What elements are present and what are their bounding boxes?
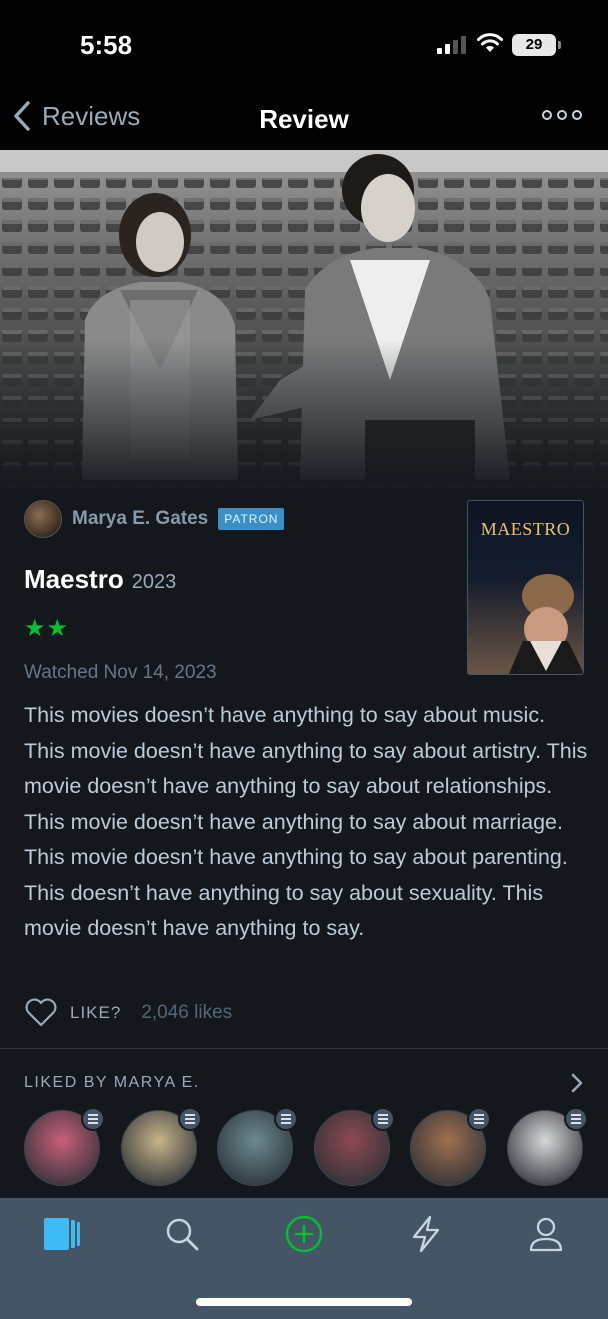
liked-avatar-3[interactable] [217, 1107, 298, 1186]
liked-avatar-6[interactable] [506, 1107, 588, 1186]
list-icon [177, 1107, 202, 1131]
dot-icon [542, 110, 552, 120]
review-body: This movies doesn’t have anything to say… [24, 703, 588, 940]
dot-icon [572, 110, 582, 120]
list-icon [274, 1107, 298, 1131]
cellular-signal-icon [437, 36, 466, 54]
status-bar: 5:58 29 [0, 0, 608, 88]
liked-avatar-4[interactable] [313, 1107, 395, 1186]
heart-icon[interactable] [24, 998, 58, 1028]
like-count[interactable]: 2,046 likes [141, 1002, 232, 1024]
author-name[interactable]: Marya E. Gates [72, 508, 208, 530]
film-poster[interactable]: MAESTRO [467, 500, 584, 675]
chevron-left-icon [14, 101, 30, 131]
liked-avatar-5[interactable] [410, 1107, 491, 1186]
star-rating: ★★ [24, 615, 70, 642]
add-icon[interactable] [284, 1214, 324, 1254]
activity-icon[interactable] [406, 1214, 446, 1254]
wifi-icon [477, 33, 503, 52]
watched-date: Watched Nov 14, 2023 [24, 662, 217, 683]
film-title[interactable]: Maestro [24, 564, 124, 595]
list-icon [467, 1107, 491, 1131]
list-icon [563, 1107, 588, 1131]
film-title-row[interactable]: Maestro 2023 [24, 564, 176, 595]
more-options-button[interactable] [542, 110, 582, 120]
chevron-right-icon[interactable] [570, 1072, 584, 1094]
profile-icon[interactable] [526, 1214, 566, 1254]
divider [0, 1048, 608, 1049]
back-button[interactable]: Reviews [12, 100, 140, 132]
nav-bar: Reviews Review [0, 88, 608, 150]
like-row: LIKE? 2,046 likes [24, 998, 232, 1028]
list-icon [81, 1107, 105, 1131]
list-icon [370, 1107, 395, 1131]
dot-icon [557, 110, 567, 120]
author-avatar[interactable] [24, 500, 62, 538]
like-button[interactable]: LIKE? [70, 1003, 121, 1023]
liked-by-header[interactable]: LIKED BY MARYA E. [24, 1074, 200, 1092]
liked-avatar-1[interactable] [24, 1107, 105, 1186]
liked-avatar-2[interactable] [120, 1107, 202, 1186]
search-icon[interactable] [162, 1214, 202, 1254]
liked-by-avatars [24, 1107, 594, 1200]
home-indicator [196, 1298, 412, 1306]
author-row[interactable]: Marya E. Gates PATRON [24, 500, 285, 538]
backdrop-image [0, 150, 608, 495]
back-label: Reviews [42, 100, 141, 131]
films-icon[interactable] [42, 1214, 82, 1254]
film-year: 2023 [131, 571, 177, 593]
patron-badge: PATRON [218, 508, 285, 530]
status-time: 5:58 [80, 30, 133, 60]
battery-icon: 29 [512, 34, 561, 56]
